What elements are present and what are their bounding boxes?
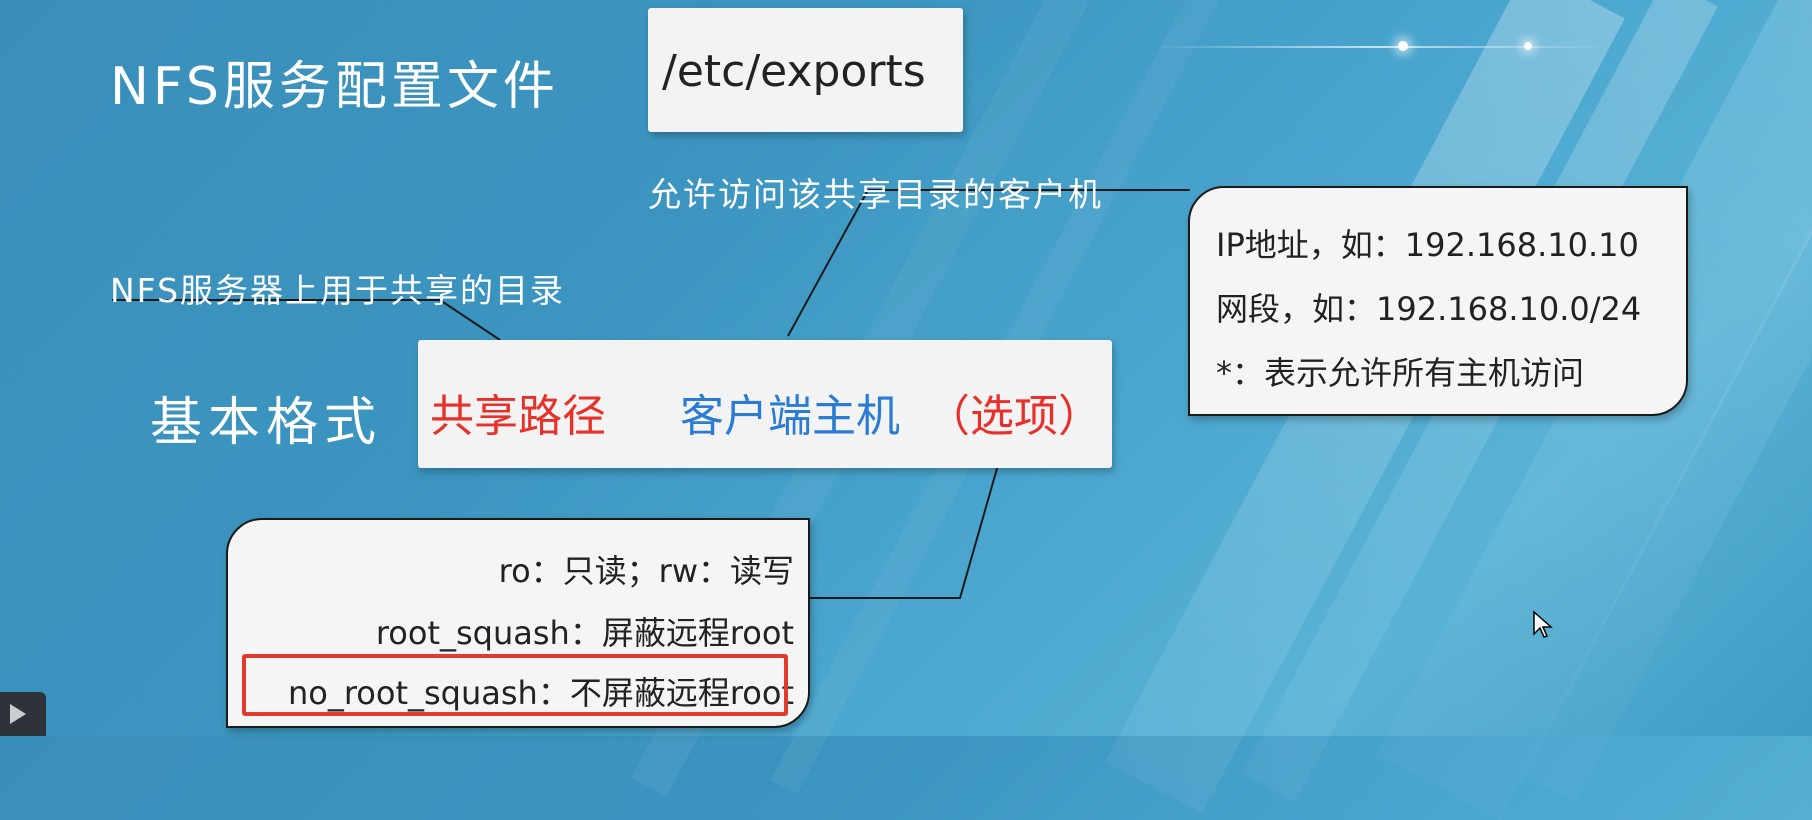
page-title: NFS服务配置文件 — [110, 57, 559, 117]
client-examples-callout: IP地址，如：192.168.10.10 网段，如：192.168.10.0/2… — [1188, 186, 1688, 416]
file-path: /etc/exports — [662, 46, 926, 97]
highlight-box — [242, 654, 788, 716]
mouse-pointer-icon — [1533, 610, 1553, 638]
client-note: 允许访问该共享目录的客户机 — [648, 175, 1103, 214]
file-path-box: /etc/exports — [648, 8, 963, 132]
client-example-subnet: 网段，如：192.168.10.0/24 — [1216, 290, 1642, 328]
format-box: 共享路径 客户端主机 （选项） — [418, 340, 1112, 468]
options-examples-callout: ro：只读；rw：读写 root_squash：屏蔽远程root no_root… — [226, 518, 810, 728]
basic-format-label: 基本格式 — [150, 393, 383, 453]
path-note: NFS服务器上用于共享的目录 — [110, 271, 566, 310]
format-client-host: 客户端主机 — [680, 391, 900, 442]
client-example-ip: IP地址，如：192.168.10.10 — [1216, 226, 1639, 264]
option-root-squash: root_squash：屏蔽远程root — [375, 614, 794, 652]
client-example-wildcard: *：表示允许所有主机访问 — [1216, 354, 1585, 392]
format-share-path: 共享路径 — [430, 391, 606, 442]
play-icon — [10, 704, 26, 724]
format-options: （选项） — [926, 391, 1102, 442]
option-ro-rw: ro：只读；rw：读写 — [498, 552, 794, 590]
play-button[interactable] — [0, 692, 46, 736]
